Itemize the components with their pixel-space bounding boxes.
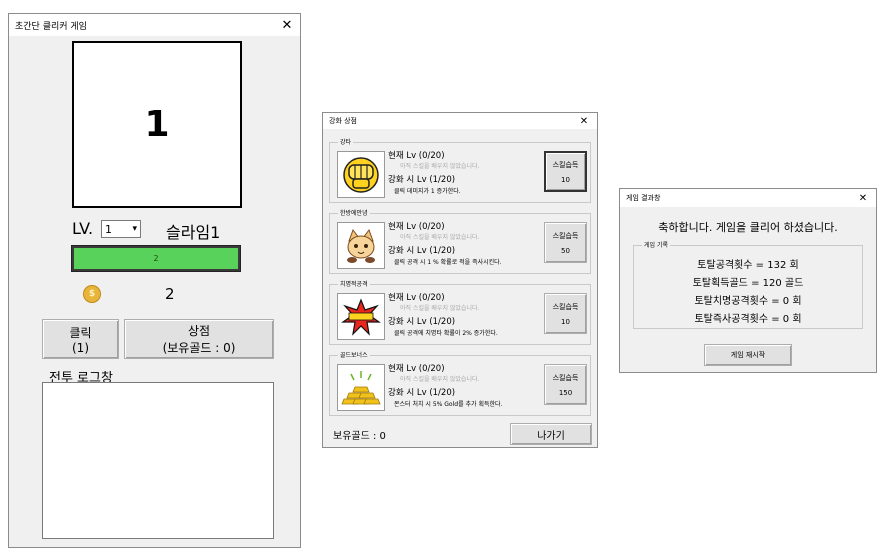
game-record-group: 게임 기록 토탈공격횟수 = 132 회 토탈획득골드 = 120 골드 토탈치… [633,240,863,329]
learn-skill-label: 스킬습득 [552,373,579,382]
shop-window: 강화 상점 ✕ 강타 현재 Lv (0/20) 아직 스킬을 배우지 않았습니다… [322,112,598,448]
level-select[interactable]: 1 ▾ [101,220,141,238]
skill-next-level: 강화 시 Lv (1/20) [388,317,456,327]
click-button[interactable]: 클릭 (1) [42,319,119,359]
learn-skill-cost: 150 [558,388,573,397]
hp-bar-fill: 2 [74,248,238,269]
stat-total-critical: 토탈치명공격횟수 = 0 회 [694,296,802,307]
exit-button[interactable]: 나가기 [510,423,592,445]
level-label: LV. [72,219,94,238]
gold-bars-icon [337,364,385,411]
gold-coin-icon: $ [83,285,101,303]
skill-hint: 아직 스킬을 배우지 않았습니다. [400,305,480,312]
main-window-title: 초간단 클리커 게임 [15,21,87,32]
shop-window-title: 강화 상점 [329,117,357,125]
skill-hint: 아직 스킬을 배우지 않았습니다. [400,234,480,241]
stat-total-gold: 토탈획득골드 = 120 골드 [692,278,804,289]
learn-skill-button[interactable]: 스킬습득 150 [544,364,587,405]
shop-close-icon[interactable]: ✕ [577,115,591,128]
learn-skill-cost: 10 [561,317,570,326]
skill-next-level: 강화 시 Lv (1/20) [388,246,456,256]
skill-group-critical: 치명적공격 현재 Lv (0/20) 아직 스킬을 배우지 않았습니다. 강화 … [329,279,591,345]
skill-hint: 아직 스킬을 배우지 않았습니다. [400,163,480,170]
result-window: 게임 결과창 ✕ 축하합니다. 게임을 클리어 하셨습니다. 게임 기록 토탈공… [619,188,877,373]
gold-amount: 2 [165,285,175,303]
shop-gold-label: 보유골드 : 0 [333,431,386,442]
cat-icon [337,222,385,269]
learn-skill-button[interactable]: 스킬습득 10 [544,151,587,192]
main-close-icon[interactable]: ✕ [280,19,294,32]
learn-skill-label: 스킬습득 [552,302,579,311]
monster-name: 슬라임1 [166,223,221,242]
skill-group-title: 한방에안녕 [338,208,370,217]
skill-next-level: 강화 시 Lv (1/20) [388,388,456,398]
skill-group-gold-bonus: 골드보너스 현재 Lv (0/20) 아직 스킬을 배우지 않았습니다. 강화 … [329,350,591,416]
hp-bar-text: 2 [153,254,159,263]
skill-current-level: 현재 Lv (0/20) [388,222,445,232]
skill-description: 클릭 데미지가 1 증가한다. [394,188,461,195]
skill-hint: 아직 스킬을 배우지 않았습니다. [400,376,480,383]
stat-total-attacks: 토탈공격횟수 = 132 회 [697,260,799,271]
skill-next-level: 강화 시 Lv (1/20) [388,175,456,185]
learn-skill-label: 스킬습득 [552,231,579,240]
learn-skill-cost: 10 [561,175,570,184]
exit-button-label: 나가기 [537,430,565,442]
skill-current-level: 현재 Lv (0/20) [388,364,445,374]
skill-group-title: 골드보너스 [338,350,370,359]
skill-group-instant-kill: 한방에안녕 현재 Lv (0/20) 아직 스킬을 배우지 않았습니다. 강화 … [329,208,591,274]
learn-skill-cost: 50 [561,246,570,255]
chevron-down-icon: ▾ [132,224,137,234]
game-record-label: 게임 기록 [642,240,670,249]
result-window-title: 게임 결과창 [626,194,661,202]
stat-total-instant-kill: 토탈즉사공격횟수 = 0 회 [694,314,802,325]
shop-button-gold: (보유골드 : 0) [162,341,236,355]
shop-button-label: 상점 [187,324,211,338]
restart-game-button[interactable]: 게임 재시작 [704,344,792,366]
skill-current-level: 현재 Lv (0/20) [388,293,445,303]
skill-description: 클릭 공격에 치명타 확률이 2% 증가한다. [394,330,498,337]
result-titlebar[interactable]: 게임 결과창 ✕ [620,189,876,207]
hp-bar: 2 [71,245,241,272]
learn-skill-label: 스킬습득 [552,160,579,169]
restart-game-label: 게임 재시작 [730,351,766,359]
skill-group-title: 강타 [338,137,354,146]
skill-description: 클릭 공격 시 1 % 확률로 적을 즉사시킨다. [394,259,502,266]
level-select-value: 1 [105,222,112,236]
learn-skill-button[interactable]: 스킬습득 10 [544,293,587,334]
skill-description: 몬스터 처치 시 5% Gold를 추가 획득한다. [394,401,503,408]
battle-log-box[interactable] [42,382,274,539]
skill-current-level: 현재 Lv (0/20) [388,151,445,161]
congrats-message: 축하합니다. 게임을 클리어 하셨습니다. [658,221,838,234]
skill-group-title: 치명적공격 [338,279,370,288]
result-close-icon[interactable]: ✕ [856,192,870,205]
click-button-count: (1) [72,340,89,355]
monster-display[interactable]: 1 [72,41,242,208]
main-titlebar[interactable]: 초간단 클리커 게임 ✕ [9,14,300,36]
shop-titlebar[interactable]: 강화 상점 ✕ [323,113,597,129]
click-button-label: 클릭 [69,325,92,340]
main-game-window: 초간단 클리커 게임 ✕ 1 LV. 1 ▾ 슬라임1 2 $ 2 클릭 (1)… [8,13,301,548]
skill-group-strike: 강타 현재 Lv (0/20) 아직 스킬을 배우지 않았습니다. 강화 시 L… [329,137,591,203]
critical-hit-icon [337,293,385,340]
shop-button[interactable]: 상점 (보유골드 : 0) [124,319,274,359]
learn-skill-button[interactable]: 스킬습득 50 [544,222,587,263]
fist-icon [337,151,385,198]
monster-display-number: 1 [144,104,170,145]
